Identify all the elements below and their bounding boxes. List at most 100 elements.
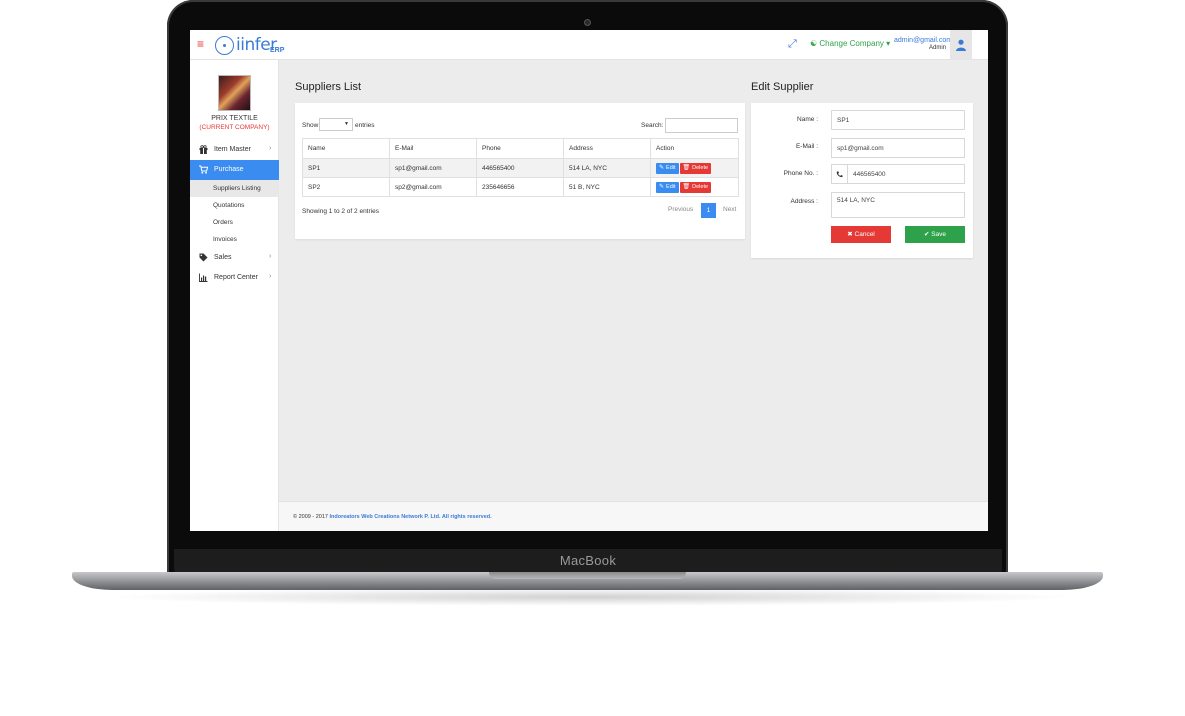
company-note: (CURRENT COMPANY): [199, 124, 270, 131]
cart-icon: [199, 165, 208, 174]
name-field[interactable]: SP1: [831, 110, 965, 130]
sidebar-subitem-label: Quotations: [213, 202, 245, 209]
delete-button[interactable]: 🗑 Delete: [679, 162, 712, 174]
email-field[interactable]: sp1@gmail.com: [831, 138, 965, 158]
edit-button-label: Edit: [666, 183, 676, 190]
phone-label: Phone No. :: [783, 170, 818, 177]
edit-supplier-panel: Name : SP1 E-Mail : sp1@gmail.com Phone …: [751, 103, 973, 258]
user-menu-button[interactable]: [950, 30, 972, 60]
laptop-notch: [489, 572, 686, 579]
user-icon: [956, 39, 966, 51]
cell-name: SP1: [302, 158, 390, 178]
sidebar-subitem-orders[interactable]: Orders: [190, 214, 279, 231]
sidebar-subitem-invoices[interactable]: Invoices: [190, 231, 279, 248]
search-input[interactable]: [665, 118, 738, 133]
delete-button-label: Delete: [692, 183, 709, 190]
change-company-label: Change Company: [819, 39, 884, 48]
column-header-action: Action: [650, 138, 739, 159]
logo[interactable]: iinfer ERP: [212, 31, 288, 59]
sidebar-item-purchase[interactable]: Purchase: [190, 160, 279, 180]
entries-per-page-select[interactable]: ▼: [319, 118, 353, 131]
entries-label: entries: [355, 122, 375, 129]
tags-icon: [199, 253, 208, 262]
column-header-address[interactable]: Address: [563, 138, 651, 159]
sidebar-subitem-suppliers-listing[interactable]: Suppliers Listing: [190, 180, 279, 197]
chevron-right-icon: ›: [269, 253, 272, 260]
sidebar-subitem-label: Orders: [213, 219, 233, 226]
trash-icon: 🗑: [682, 183, 691, 190]
edit-button-label: Edit: [666, 164, 676, 171]
chevron-right-icon: ›: [269, 273, 272, 280]
footer-company-link[interactable]: Indoreators Web Creations Network P. Ltd…: [329, 514, 491, 520]
column-header-name[interactable]: Name: [302, 138, 390, 159]
phone-field[interactable]: 446565400: [847, 164, 965, 184]
save-button[interactable]: ✔ Save: [905, 226, 965, 243]
bar-chart-icon: [199, 273, 208, 282]
delete-button[interactable]: 🗑 Delete: [679, 181, 712, 193]
cell-phone: 446565400: [476, 158, 564, 178]
cell-email: sp1@gmail.com: [389, 158, 477, 178]
user-info[interactable]: admin@gmail.com Admin: [894, 37, 953, 51]
email-label: E-Mail :: [795, 143, 818, 150]
device-brand-label: MacBook: [559, 553, 617, 568]
edit-supplier-title: Edit Supplier: [751, 81, 814, 93]
suppliers-list-panel: Show ▼ entries Search: Name E-Mail Phone…: [295, 103, 745, 239]
app-screen: ≡ iinfer ERP ⤢ ☯ Change Company ▾ admin@…: [190, 30, 988, 531]
laptop-chin: MacBook: [174, 549, 1002, 573]
edit-icon: ✎: [659, 164, 665, 171]
refresh-icon: ☯: [810, 39, 818, 48]
hamburger-icon[interactable]: ≡: [197, 38, 204, 50]
column-header-email[interactable]: E-Mail: [389, 138, 477, 159]
footer: © 2009 - 2017 Indoreators Web Creations …: [279, 501, 988, 531]
sidebar: PRIX TEXTILE (CURRENT COMPANY) Item Mast…: [190, 60, 279, 531]
phone-addon: [831, 164, 847, 184]
user-role: Admin: [928, 45, 946, 51]
laptop-shadow: [100, 588, 1080, 606]
sidebar-item-label: Purchase: [214, 166, 244, 173]
pagination-page-1[interactable]: 1: [701, 203, 716, 218]
cell-address: 514 LA, NYC: [563, 158, 651, 178]
cancel-button[interactable]: ✖ Cancel: [831, 226, 891, 243]
sidebar-subitem-label: Invoices: [213, 236, 237, 243]
chevron-right-icon: ›: [269, 145, 272, 152]
cell-name: SP2: [302, 177, 390, 197]
sidebar-item-label: Report Center: [214, 274, 258, 281]
address-textarea[interactable]: 514 LA, NYC: [831, 192, 965, 218]
user-email: admin@gmail.com: [894, 37, 953, 44]
footer-copyright: © 2009 - 2017: [293, 514, 328, 520]
table-header-row: Name E-Mail Phone Address Action: [302, 138, 739, 159]
check-icon: ✔: [923, 231, 930, 238]
company-avatar: [218, 75, 251, 111]
column-header-phone[interactable]: Phone: [476, 138, 564, 159]
save-button-label: Save: [931, 231, 947, 238]
footer-text: © 2009 - 2017 Indoreators Web Creations …: [293, 514, 492, 520]
address-label: Address :: [790, 198, 818, 205]
close-icon: ✖: [847, 231, 853, 238]
caret-down-icon: ▼: [344, 121, 349, 127]
expand-icon[interactable]: ⤢: [788, 38, 797, 51]
pagination-previous[interactable]: Previous: [668, 206, 693, 213]
sidebar-item-item-master[interactable]: Item Master ›: [190, 140, 279, 160]
gift-icon: [199, 145, 208, 154]
cancel-button-label: Cancel: [854, 231, 875, 238]
sidebar-item-report-center[interactable]: Report Center ›: [190, 268, 279, 288]
top-bar: ≡ iinfer ERP ⤢ ☯ Change Company ▾ admin@…: [190, 30, 988, 60]
camera-icon: [584, 19, 591, 26]
search-label: Search:: [641, 122, 664, 129]
name-label: Name :: [797, 116, 818, 123]
show-label: Show: [302, 122, 319, 129]
table-row: SP1 sp1@gmail.com 446565400 514 LA, NYC …: [302, 158, 739, 178]
sidebar-subitem-quotations[interactable]: Quotations: [190, 197, 279, 214]
company-name: PRIX TEXTILE: [211, 115, 258, 122]
sidebar-subitem-label: Suppliers Listing: [213, 185, 261, 192]
pagination-next[interactable]: Next: [723, 206, 736, 213]
sidebar-item-sales[interactable]: Sales ›: [190, 248, 279, 268]
cell-email: sp2@gmail.com: [389, 177, 477, 197]
edit-button[interactable]: ✎ Edit: [656, 162, 679, 174]
sidebar-item-label: Sales: [214, 254, 232, 261]
change-company-dropdown[interactable]: ☯ Change Company ▾: [810, 39, 890, 48]
phone-icon: [836, 171, 843, 178]
edit-button[interactable]: ✎ Edit: [656, 181, 679, 193]
logo-suffix: ERP: [270, 47, 285, 54]
showing-entries-text: Showing 1 to 2 of 2 entries: [302, 208, 379, 215]
